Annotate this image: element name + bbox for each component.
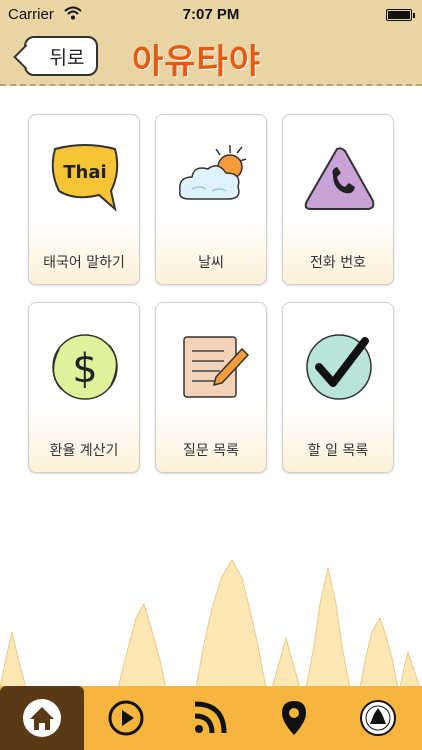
menu-item-label: 전화 번호 [310,255,366,271]
menu-item-label: 환율 계산기 [49,443,119,459]
menu-item-label: 날씨 [198,255,224,271]
clock: 7:07 PM [182,6,240,23]
checkmark-icon [306,334,372,400]
seal-icon [360,700,396,736]
location-pin-icon [282,701,306,735]
menu-item-label: 태국어 말하기 [43,255,125,271]
tab-location[interactable] [252,686,336,750]
tab-play[interactable] [84,686,168,750]
play-icon [108,700,144,736]
rss-icon [194,701,227,734]
currency-icon: $ [52,334,118,400]
nav-bar: 뒤로 아유타야 [0,30,422,86]
tab-rss[interactable] [168,686,252,750]
svg-text:$: $ [72,346,97,392]
back-button[interactable]: 뒤로 [24,36,98,76]
battery-icon [386,9,412,21]
notepad-icon [183,336,250,398]
menu-item-thai-speaking[interactable]: Thai 태국어 말하기 [28,114,140,285]
thai-icon-text: Thai [63,162,106,183]
menu-item-phone-numbers[interactable]: 전화 번호 [282,114,394,285]
battery-tip [413,13,415,18]
thai-speech-bubble-icon: Thai [51,144,119,212]
home-icon [23,699,61,737]
menu-item-currency-calculator[interactable]: $ 환율 계산기 [28,302,140,473]
menu-item-todo-list[interactable]: 할 일 목록 [282,302,394,473]
weather-icon [178,145,247,200]
menu-item-weather[interactable]: 날씨 [155,114,267,285]
tab-seal[interactable] [336,686,420,750]
menu-item-label: 질문 목록 [183,443,239,459]
tab-bar [0,686,422,750]
menu-item-label: 할 일 목록 [307,443,369,459]
phone-icon [304,147,375,210]
menu-item-question-list[interactable]: 질문 목록 [155,302,267,473]
tab-home[interactable] [0,686,84,750]
status-bar: Carrier 7:07 PM [0,0,422,30]
page-title: 아유타야 [132,42,262,82]
temple-skyline-illustration [0,559,421,688]
